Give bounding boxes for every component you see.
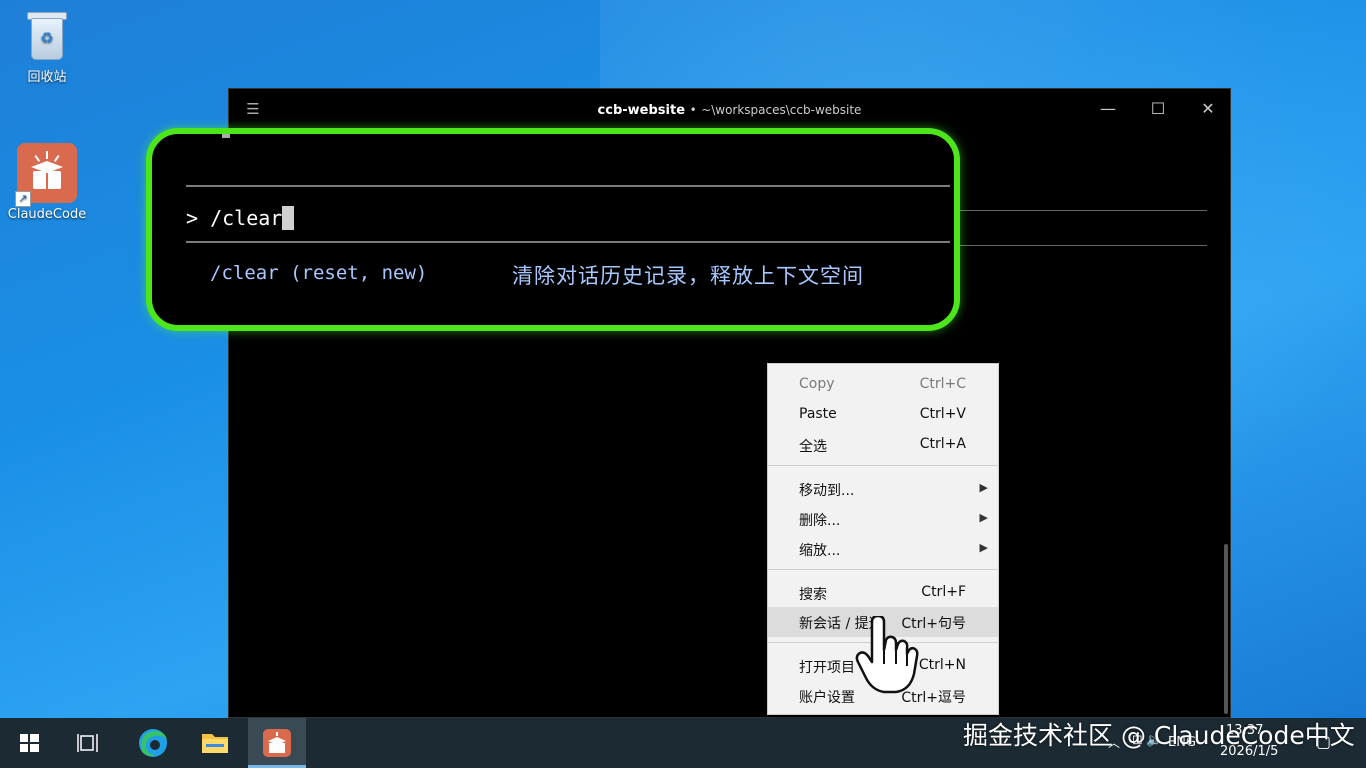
menu-item-zoom[interactable]: 缩放... ▶ [768,534,998,564]
shortcut-arrow-icon: ↗ [15,191,31,207]
menu-item-move-to[interactable]: 移动到... ▶ [768,474,998,504]
windows-logo-icon [20,734,39,752]
input-bottom-border [186,241,950,243]
maximize-button[interactable]: ☐ [1143,97,1173,121]
terminal-divider [959,245,1207,246]
desktop-icon-label: ClaudeCode [7,207,87,222]
partial-text-fragment [222,134,230,138]
submenu-arrow-icon: ▶ [979,541,988,554]
menu-item-label: 缩放... [799,543,841,559]
taskbar-edge[interactable] [124,718,182,768]
menu-item-label: Copy [799,376,835,392]
menu-item-select-all[interactable]: 全选 Ctrl+A [768,430,998,460]
menu-item-search[interactable]: 搜索 Ctrl+F [768,578,998,608]
window-title-name: ccb-website [597,103,686,118]
watermark: 掘金技术社区 @ ClaudeCode中文 [963,721,1355,750]
menu-item-label: 打开项目 [799,660,855,676]
command-input[interactable]: > /clear [186,206,295,230]
input-top-border [186,185,950,187]
task-view-icon [77,734,98,752]
menu-item-paste[interactable]: Paste Ctrl+V [768,400,998,430]
menu-separator [768,465,998,466]
taskbar-claudecode[interactable] [248,718,306,768]
desktop-icon-recycle-bin[interactable]: ♻ 回收站 [2,10,92,85]
recycle-bin-icon: ♻ [25,10,69,62]
title-bar[interactable]: ☰ ccb-website • ~\workspaces\ccb-website… [229,89,1230,131]
menu-item-shortcut: Ctrl+N [918,657,966,673]
submenu-arrow-icon: ▶ [979,481,988,494]
folder-icon [202,734,228,753]
menu-item-copy[interactable]: Copy Ctrl+C [768,370,998,400]
menu-item-label: 账户设置 [799,690,855,706]
zoom-highlight-callout: > /clear /clear (reset, new) 清除对话历史记录，释放… [146,128,960,331]
submenu-arrow-icon: ▶ [979,511,988,524]
terminal-scrollbar[interactable] [1224,544,1228,714]
menu-separator [768,569,998,570]
task-view-button[interactable] [60,718,118,768]
menu-item-delete[interactable]: 删除... ▶ [768,504,998,534]
menu-item-label: 删除... [799,513,841,529]
close-button[interactable]: ✕ [1193,97,1223,121]
title-separator: • [689,103,697,117]
command-text: /clear [210,206,283,230]
menu-item-label: Paste [799,406,837,422]
edge-browser-icon [139,729,167,757]
text-cursor [282,206,295,230]
desktop-icon-label: 回收站 [27,70,67,85]
window-title: ccb-website • ~\workspaces\ccb-website [229,103,1230,118]
menu-item-label: 移动到... [799,483,855,499]
menu-item-shortcut: Ctrl+A [919,436,966,452]
terminal-divider [959,210,1207,211]
menu-item-label: 全选 [799,439,827,455]
window-title-path: ~\workspaces\ccb-website [701,103,862,117]
suggestion-description: 清除对话历史记录，释放上下文空间 [512,264,864,288]
prompt-symbol: > [186,206,199,230]
hand-pointer-cursor-icon [852,614,922,696]
claudecode-app-icon: ↗ [15,143,77,207]
desktop-icon-claudecode[interactable]: ↗ ClaudeCode [2,143,92,222]
suggestion-command[interactable]: /clear (reset, new) [210,262,427,284]
menu-item-shortcut: Ctrl+V [919,406,966,422]
menu-item-shortcut: Ctrl+F [921,584,966,600]
claudecode-app-icon [263,729,291,757]
minimize-button[interactable]: — [1093,97,1123,121]
start-button[interactable] [0,718,58,768]
menu-item-shortcut: Ctrl+C [919,376,966,392]
menu-item-label: 搜索 [799,587,827,603]
taskbar-file-explorer[interactable] [186,718,244,768]
